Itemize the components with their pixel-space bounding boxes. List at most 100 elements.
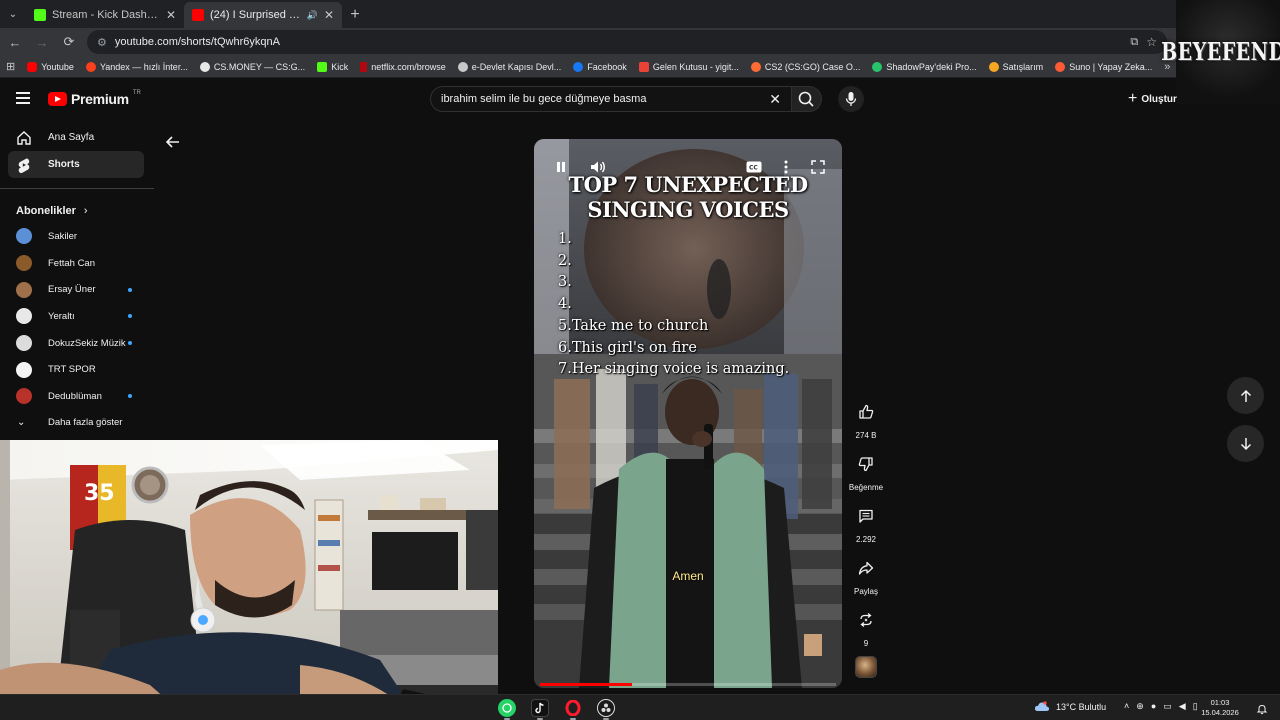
remix-button[interactable] [852,606,880,634]
bookmark-edevlet[interactable]: e-Devlet Kapısı Devl... [457,61,561,72]
channel-name: Ersay Üner [48,284,96,296]
obs-taskbar-icon[interactable] [597,699,615,717]
notification-bell-icon[interactable] [1256,702,1268,715]
subscription-item[interactable]: DokuzSekiz Müzik [0,330,154,357]
bookmark-star-icon[interactable]: ☆ [1146,35,1157,49]
display-icon[interactable]: ▭ [1163,701,1172,712]
network-icon[interactable]: ⊕ [1136,701,1144,712]
bookmark-suno[interactable]: Suno | Yapay Zeka... [1055,61,1152,72]
video-progress-bar[interactable] [540,683,836,686]
bookmark-gmail[interactable]: Gelen Kutusu - yigit... [638,61,739,72]
stream-overlay-logo: BEYEFENDI [1161,0,1280,104]
apps-grid-icon[interactable]: ⊞ [6,60,15,73]
video-progress-fill [540,683,632,686]
previous-short-button[interactable] [1227,377,1264,414]
create-button[interactable]: + Oluştur [1128,90,1177,108]
bookmark-label: CS2 (CS:GO) Case O... [764,61,861,72]
channel-name: Fettah Can [48,257,95,269]
whatsapp-taskbar-icon[interactable] [498,699,516,717]
next-short-button[interactable] [1227,425,1264,462]
channel-name: Sakiler [48,230,78,242]
satislarim-icon [988,61,999,72]
youtube-play-icon [48,92,67,106]
bookmark-kick[interactable]: Kick [317,61,349,72]
close-tab-icon[interactable]: ✕ [324,8,334,22]
dislike-label: Beğenme [848,483,884,492]
battery-icon[interactable]: ▯ [1193,701,1198,712]
dislike-action: Beğenme [846,450,886,494]
tab-audio-icon[interactable]: 🔊 [307,10,318,21]
tab-kick-dashboard[interactable]: Stream - Kick Dashboard ✕ [26,2,184,28]
forward-button[interactable]: → [30,30,54,54]
reload-button[interactable]: ⟳ [57,30,81,54]
shorts-player[interactable]: CC TOP 7 UNEXPECTED SINGING VOICES 1. 2.… [534,139,842,688]
speaker-icon[interactable]: ◀ [1179,701,1186,712]
close-tab-icon[interactable]: ✕ [166,8,176,22]
bookmark-cs2-case[interactable]: CS2 (CS:GO) Case O... [750,61,861,72]
bookmark-label: Satışlarım [1002,61,1044,72]
channel-avatar [16,335,32,352]
address-bar[interactable]: ⚙ youtube.com/shorts/tQwhr6ykqnA ⧉ ☆ [87,30,1167,54]
bookmark-youtube[interactable]: Youtube [27,61,74,72]
tab-search-dropdown[interactable]: ⌄ [0,0,26,28]
system-tray: ˄ ⊕ ● ▭ ◀ ▯ [1124,701,1198,712]
sidebar-item-home[interactable]: Ana Sayfa [8,124,144,151]
like-button[interactable] [852,398,880,426]
subscriptions-header[interactable]: Abonelikler › [0,199,154,223]
microphone-icon [845,92,857,106]
new-content-dot [128,314,132,319]
bookmark-label: Kick [331,61,349,72]
tiktok-taskbar-icon[interactable] [531,699,549,717]
bookmark-csmoney[interactable]: CS.MONEY — CS:G... [199,61,305,72]
bookmark-label: ShadowPay'deki Pro... [886,61,977,72]
subscription-item[interactable]: Fettah Can [0,250,154,277]
bookmark-facebook[interactable]: Facebook [573,61,627,72]
voice-search-button[interactable] [838,86,864,112]
channel-avatar [16,281,32,298]
subscription-item[interactable]: TRT SPOR [0,356,154,383]
back-arrow-button[interactable] [164,133,182,151]
channel-name: Dedublüman [48,390,102,402]
clear-search-icon[interactable]: ✕ [769,91,781,108]
install-app-icon[interactable]: ⧉ [1130,36,1138,49]
menu-icon[interactable] [16,92,30,104]
subscription-item[interactable]: Dedublüman [0,383,154,410]
site-info-icon[interactable]: ⚙ [97,36,107,49]
chevron-down-icon: ⌄ [17,417,26,429]
subscription-item[interactable]: Ersay Üner [0,276,154,303]
search-input[interactable]: ibrahim selim ile bu gece düğmeye basma … [430,86,792,112]
bookmark-label: Facebook [587,61,627,72]
tab-youtube-short[interactable]: (24) I Surprised My Friends 🔊 ✕ [184,2,342,28]
bookmark-shadowpay[interactable]: ShadowPay'deki Pro... [872,61,977,72]
brand-text: Premium [71,91,129,107]
plus-icon: + [1128,90,1138,107]
bookmark-label: Youtube [41,61,74,72]
sidebar-item-label: Shorts [48,159,80,170]
youtube-premium-logo[interactable]: Premium TR [48,90,141,107]
title-line: TOP 7 UNEXPECTED [568,172,808,197]
weather-widget[interactable]: 13°C Bulutlu [1034,701,1106,712]
show-more-button[interactable]: ⌄ Daha fazla göster [0,410,154,436]
subscription-item[interactable]: Sakiler [0,223,154,250]
bookmark-netflix[interactable]: netflix.com/browse [360,61,446,72]
share-button[interactable] [852,554,880,582]
remix-count: 9 [863,639,869,648]
bookmark-yandex[interactable]: Yandex — hızlı İnter... [85,61,188,72]
microphone-tray-icon[interactable]: ● [1151,701,1156,712]
sidebar-divider [0,188,154,189]
comments-button[interactable] [852,502,880,530]
taskbar-clock[interactable]: 01:03 15.04.2026 [1200,698,1240,718]
back-button[interactable]: ← [3,30,27,54]
dislike-button[interactable] [852,450,880,478]
bookmark-satislarim[interactable]: Satışlarım [988,61,1044,72]
comment-action: 2.292 [846,502,886,546]
sound-channel-avatar[interactable] [855,656,877,678]
facebook-icon [573,61,584,72]
new-tab-button[interactable]: + [342,2,368,28]
like-action: 274 B [846,398,886,442]
chevron-up-icon[interactable]: ˄ [1124,701,1129,712]
opera-taskbar-icon[interactable] [564,699,582,717]
subscription-item[interactable]: Yeraltı [0,303,154,330]
sidebar-item-shorts[interactable]: Shorts [8,151,144,178]
search-button[interactable] [792,86,822,112]
